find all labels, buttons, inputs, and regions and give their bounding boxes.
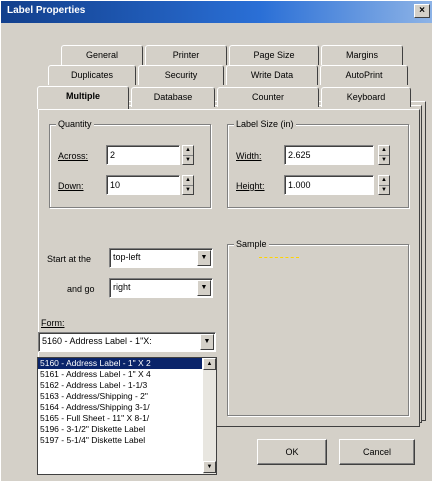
list-item[interactable]: 5197 - 5-1/4" Diskette Label xyxy=(38,435,202,446)
tab-database[interactable]: Database xyxy=(131,87,215,107)
list-item[interactable]: 5164 - Address/Shipping 3-1/ xyxy=(38,402,202,413)
form-dropdown-list[interactable]: 5160 - Address Label - 1" X 2 5161 - Addr… xyxy=(37,357,217,475)
list-item[interactable]: 5165 - Full Sheet - 11" X 8-1/ xyxy=(38,413,202,424)
label-size-group: Label Size (in) Width: ▲ ▼ Height: ▲ ▼ xyxy=(227,119,409,208)
chevron-down-icon[interactable]: ▼ xyxy=(197,280,211,296)
and-go-label: and go xyxy=(67,284,95,294)
ok-button[interactable]: OK xyxy=(257,439,327,465)
spin-down-icon[interactable]: ▼ xyxy=(379,185,389,194)
width-spinner[interactable]: ▲ ▼ xyxy=(378,145,390,165)
list-scrollbar[interactable]: ▲ ▼ xyxy=(203,358,216,474)
start-at-value: top-left xyxy=(113,252,141,262)
spin-down-icon[interactable]: ▼ xyxy=(183,155,193,164)
form-value: 5160 - Address Label - 1"X: xyxy=(42,336,152,346)
and-go-select[interactable]: right ▼ xyxy=(109,278,213,298)
height-field[interactable] xyxy=(284,175,374,195)
tab-margins[interactable]: Margins xyxy=(321,45,403,65)
tab-multiple[interactable]: Multiple xyxy=(37,86,129,109)
start-at-select[interactable]: top-left ▼ xyxy=(109,248,213,268)
tab-counter[interactable]: Counter xyxy=(217,87,319,107)
down-label: Down: xyxy=(58,181,84,191)
and-go-value: right xyxy=(113,282,131,292)
spin-down-icon[interactable]: ▼ xyxy=(183,185,193,194)
tab-general[interactable]: General xyxy=(61,45,143,65)
start-marker xyxy=(259,257,299,258)
height-spinner[interactable]: ▲ ▼ xyxy=(378,175,390,195)
tab-write-data[interactable]: Write Data xyxy=(226,65,318,85)
width-label: Width: xyxy=(236,151,262,161)
cancel-button[interactable]: Cancel xyxy=(339,439,415,465)
list-item[interactable]: 5160 - Address Label - 1" X 2 xyxy=(38,358,202,369)
spin-up-icon[interactable]: ▲ xyxy=(183,146,193,155)
close-icon[interactable]: × xyxy=(414,4,430,18)
spin-up-icon[interactable]: ▲ xyxy=(379,176,389,185)
quantity-legend: Quantity xyxy=(56,119,94,129)
chevron-down-icon[interactable]: ▼ xyxy=(200,334,214,350)
tab-keyboard[interactable]: Keyboard xyxy=(321,87,411,107)
tab-security[interactable]: Security xyxy=(138,65,224,85)
tab-autoprint[interactable]: AutoPrint xyxy=(320,65,408,85)
spin-up-icon[interactable]: ▲ xyxy=(379,146,389,155)
down-spinner[interactable]: ▲ ▼ xyxy=(182,175,194,195)
tab-page-size[interactable]: Page Size xyxy=(229,45,319,65)
spin-down-icon[interactable]: ▼ xyxy=(379,155,389,164)
across-label: Across: xyxy=(58,151,89,161)
list-item[interactable]: 5162 - Address Label - 1-1/3 xyxy=(38,380,202,391)
start-at-label: Start at the xyxy=(47,254,92,264)
list-item[interactable]: 5163 - Address/Shipping - 2" xyxy=(38,391,202,402)
spin-up-icon[interactable]: ▲ xyxy=(183,176,193,185)
list-item[interactable]: 5161 - Address Label - 1" X 4 xyxy=(38,369,202,380)
height-label: Height: xyxy=(236,181,265,191)
title-bar[interactable]: Label Properties × xyxy=(1,1,432,23)
label-size-legend: Label Size (in) xyxy=(234,119,296,129)
label-properties-dialog: Label Properties × General Printer Page … xyxy=(0,0,433,482)
tab-printer[interactable]: Printer xyxy=(145,45,227,65)
down-field[interactable] xyxy=(106,175,180,195)
list-item[interactable]: 5196 - 3-1/2" Diskette Label xyxy=(38,424,202,435)
window-title: Label Properties xyxy=(7,5,86,16)
form-label: Form: xyxy=(41,318,65,328)
form-select[interactable]: 5160 - Address Label - 1"X: ▼ xyxy=(38,332,216,352)
quantity-group: Quantity Across: ▲ ▼ Down: ▲ ▼ xyxy=(49,119,211,208)
across-spinner[interactable]: ▲ ▼ xyxy=(182,145,194,165)
sample-legend: Sample xyxy=(234,239,269,249)
width-field[interactable] xyxy=(284,145,374,165)
tab-duplicates[interactable]: Duplicates xyxy=(48,65,136,85)
scroll-down-icon[interactable]: ▼ xyxy=(203,461,216,473)
sample-group: Sample xyxy=(227,239,409,416)
across-field[interactable] xyxy=(106,145,180,165)
chevron-down-icon[interactable]: ▼ xyxy=(197,250,211,266)
scroll-up-icon[interactable]: ▲ xyxy=(203,358,216,370)
